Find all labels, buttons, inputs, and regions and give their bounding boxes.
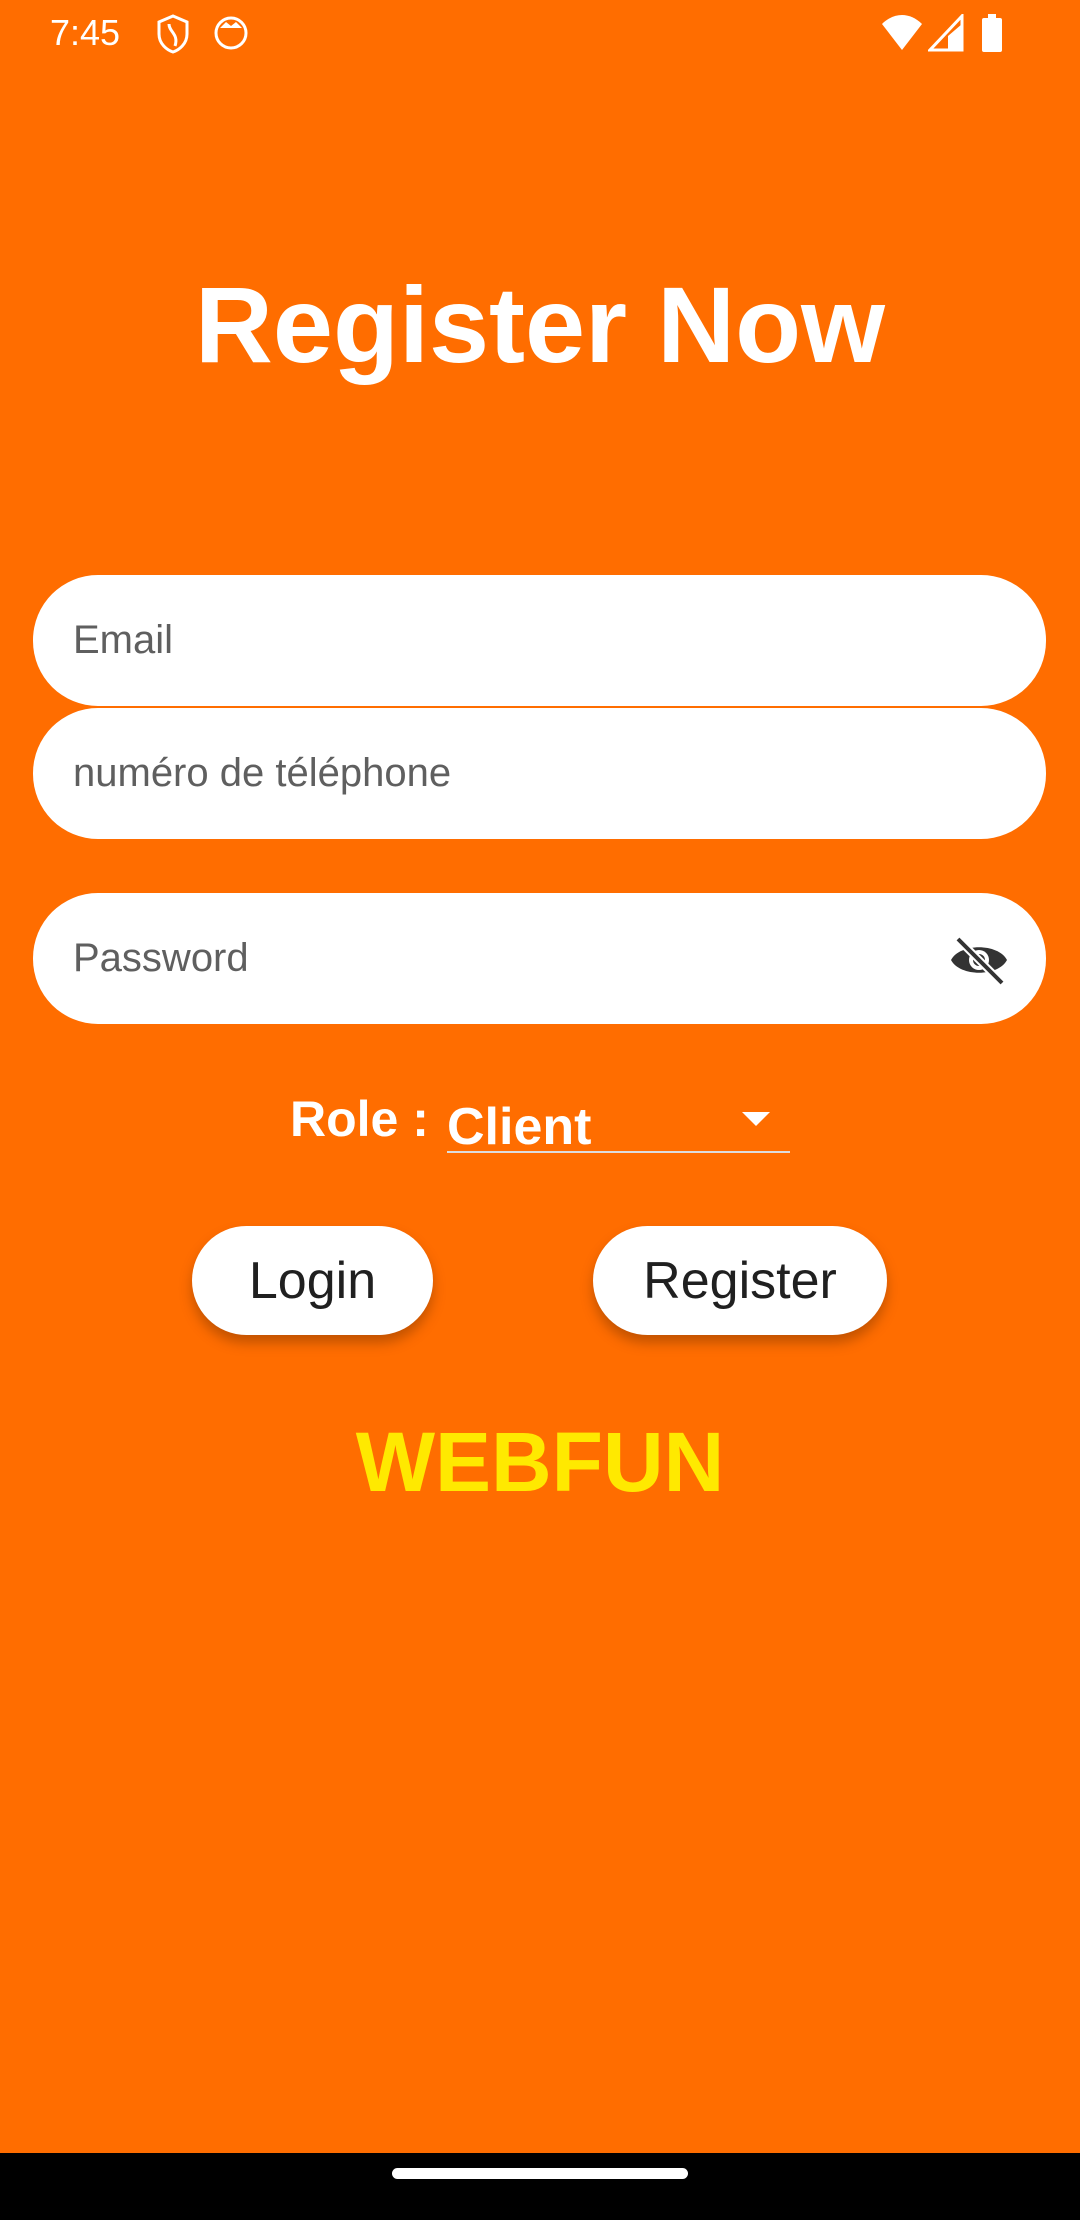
signal-icon [928, 14, 964, 52]
email-input[interactable] [73, 618, 893, 663]
visibility-off-icon[interactable] [948, 935, 1010, 985]
register-button[interactable]: Register [593, 1226, 887, 1335]
shield-icon [157, 14, 189, 54]
role-dropdown[interactable]: Client [447, 1095, 790, 1156]
brand-name: WEBFUN [355, 1415, 725, 1509]
home-handle[interactable] [392, 2168, 688, 2179]
email-field[interactable] [33, 575, 1046, 706]
cat-icon [214, 16, 248, 50]
navigation-bar [0, 2153, 1080, 2220]
status-bar: 7:45 [0, 0, 1080, 66]
phone-input[interactable] [73, 751, 893, 796]
password-input[interactable] [73, 936, 893, 981]
wifi-icon [882, 15, 922, 50]
page-title: Register Now [194, 264, 886, 385]
password-field[interactable] [33, 893, 1046, 1024]
role-selected-value: Client [447, 1098, 592, 1156]
status-time: 7:45 [50, 12, 121, 53]
battery-icon [982, 14, 1002, 52]
role-label: Role : [290, 1091, 429, 1147]
dropdown-arrow-icon [742, 1112, 770, 1126]
phone-field[interactable] [33, 708, 1046, 839]
login-button[interactable]: Login [192, 1226, 433, 1335]
